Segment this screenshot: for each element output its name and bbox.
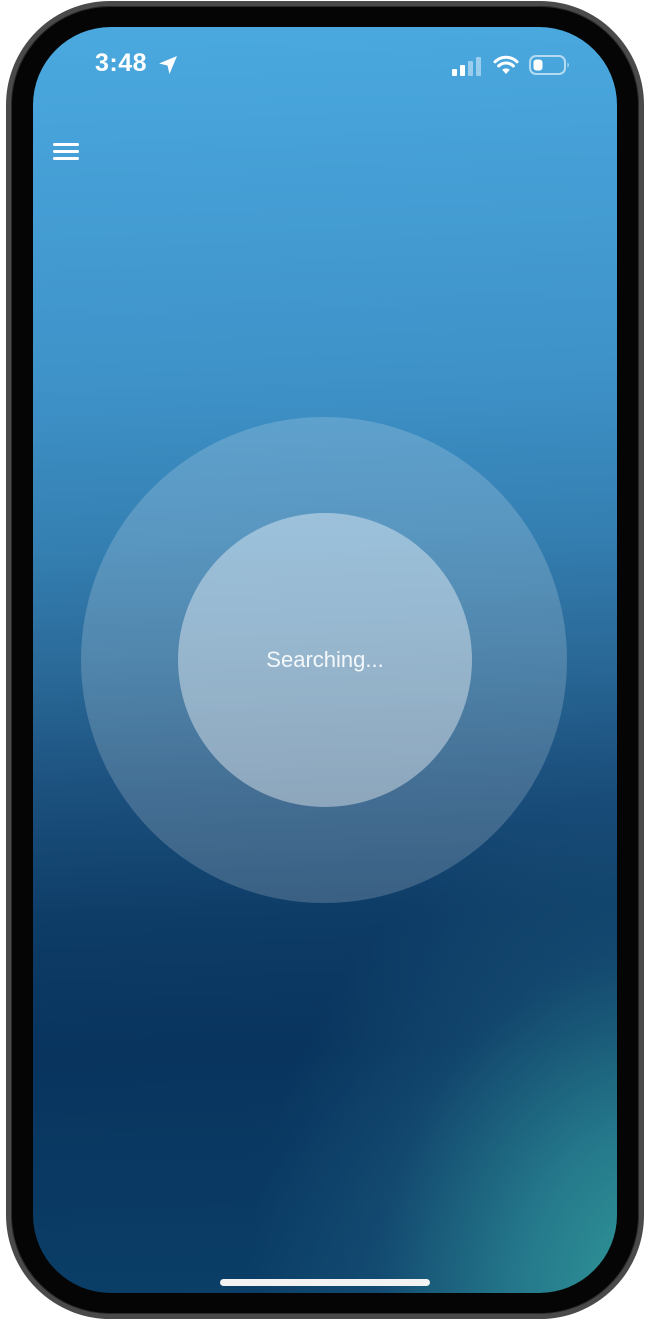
wifi-icon xyxy=(493,55,519,74)
home-indicator[interactable] xyxy=(220,1279,430,1286)
app-screen: 3:48 Searching... xyxy=(33,27,617,1293)
hamburger-menu-icon[interactable] xyxy=(51,139,83,165)
status-time: 3:48 xyxy=(95,49,148,77)
searching-status-text: Searching... xyxy=(266,647,384,672)
status-bar: 3:48 xyxy=(33,27,617,107)
cellular-signal-icon xyxy=(452,57,481,76)
battery-icon xyxy=(529,55,569,75)
location-arrow-icon xyxy=(159,56,177,74)
